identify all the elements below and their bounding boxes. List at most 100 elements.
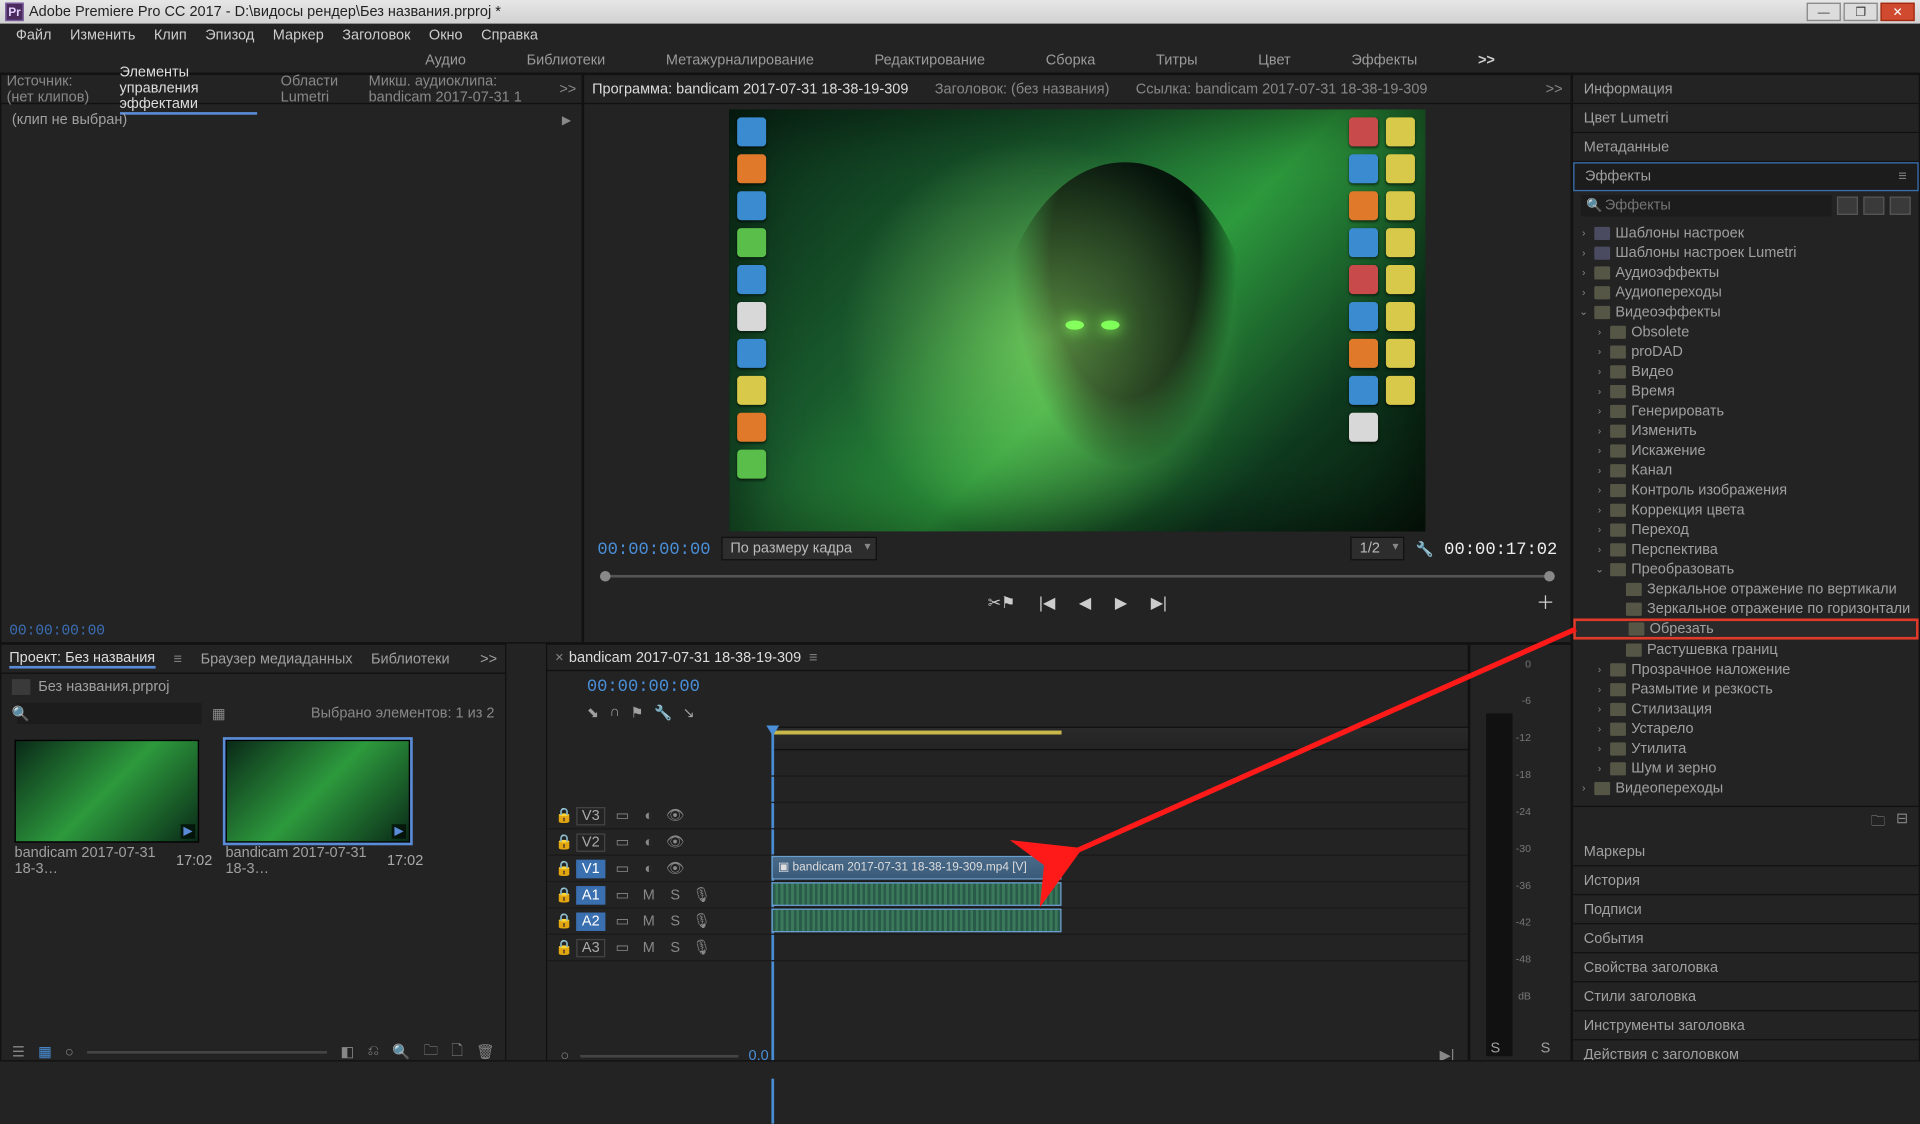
menu-help[interactable]: Справка bbox=[473, 25, 546, 46]
effects-tree-item[interactable]: ›Устарело bbox=[1573, 719, 1918, 739]
tab-title[interactable]: Заголовок: (без названия) bbox=[935, 81, 1110, 97]
effects-tree[interactable]: ›Шаблоны настроек›Шаблоны настроек Lumet… bbox=[1573, 220, 1918, 805]
tab-title-tools[interactable]: Инструменты заголовка bbox=[1573, 1011, 1918, 1040]
effects-tree-item[interactable]: ›Видео bbox=[1573, 361, 1918, 381]
preset-type-icon-3[interactable] bbox=[1890, 196, 1911, 214]
effects-tree-item[interactable]: Растушевка границ bbox=[1573, 640, 1918, 660]
minimize-button[interactable]: — bbox=[1807, 3, 1841, 21]
find-icon[interactable]: 🔍 bbox=[392, 1043, 410, 1060]
clip-thumbnail[interactable]: ▶ bbox=[225, 740, 410, 843]
tab-media-browser[interactable]: Браузер медиаданных bbox=[201, 651, 353, 667]
track-lane[interactable] bbox=[771, 935, 1467, 961]
settings-icon[interactable]: 🔧 bbox=[1416, 540, 1434, 557]
effects-tree-item[interactable]: ›Прозрачное наложение bbox=[1573, 659, 1918, 679]
ws-audio[interactable]: Аудио bbox=[415, 48, 477, 72]
ws-more[interactable]: >> bbox=[1467, 48, 1505, 72]
track-header[interactable]: 🔒V1▭◐👁 bbox=[547, 856, 771, 882]
track-lane[interactable]: ▣ bandicam 2017-07-31 18-38-19-309.mp4 [… bbox=[771, 856, 1467, 882]
menu-clip[interactable]: Клип bbox=[146, 25, 195, 46]
tab-metadata[interactable]: Метаданные bbox=[1573, 133, 1918, 162]
effects-tree-item[interactable]: ›Видеопереходы bbox=[1573, 778, 1918, 798]
effects-tree-item[interactable]: ›Переход bbox=[1573, 520, 1918, 540]
effects-tree-item[interactable]: ›Стилизация bbox=[1573, 699, 1918, 719]
tab-history[interactable]: История bbox=[1573, 866, 1918, 895]
effect-controls-timecode[interactable]: 00:00:00:00 bbox=[9, 624, 105, 640]
time-ruler[interactable] bbox=[771, 727, 1467, 751]
tab-lumetri-color[interactable]: Цвет Lumetri bbox=[1573, 104, 1918, 133]
snap-icon[interactable]: ⬊ bbox=[587, 704, 599, 721]
tab-markers[interactable]: Маркеры bbox=[1573, 837, 1918, 866]
effects-tree-item[interactable]: ›Время bbox=[1573, 381, 1918, 401]
effects-tree-item[interactable]: ›Шаблоны настроек Lumetri bbox=[1573, 243, 1918, 263]
tab-captions[interactable]: Подписи bbox=[1573, 895, 1918, 924]
freeform-view-icon[interactable]: ○ bbox=[65, 1044, 74, 1060]
linked-selection-icon[interactable]: ∩ bbox=[610, 704, 620, 721]
program-tabs-more[interactable]: >> bbox=[1546, 81, 1563, 97]
effects-tree-item[interactable]: Обрезать bbox=[1573, 618, 1918, 639]
new-bin-icon[interactable]: 🗀 bbox=[1871, 810, 1886, 835]
icon-view-icon[interactable]: ▦ bbox=[38, 1043, 52, 1060]
panel-menu-icon[interactable]: ≡ bbox=[809, 649, 817, 665]
ws-color[interactable]: Цвет bbox=[1248, 48, 1302, 72]
collapse-icon[interactable]: ▶ bbox=[562, 113, 571, 128]
tab-libraries[interactable]: Библиотеки bbox=[371, 651, 450, 667]
wrench-icon[interactable]: ↘ bbox=[683, 704, 695, 721]
tab-title-props[interactable]: Свойства заголовка bbox=[1573, 953, 1918, 982]
panel-menu-icon[interactable]: ≡ bbox=[1898, 169, 1906, 185]
tab-reference[interactable]: Ссылка: bandicam 2017-07-31 18-38-19-309 bbox=[1136, 81, 1428, 97]
track-header[interactable]: 🔒A3▭MS🎙 bbox=[547, 935, 771, 961]
effects-tree-item[interactable]: ›Перспектива bbox=[1573, 539, 1918, 559]
sort-icon[interactable]: ◧ bbox=[341, 1043, 355, 1060]
effects-tree-item[interactable]: ›Генерировать bbox=[1573, 401, 1918, 421]
ws-titles[interactable]: Титры bbox=[1145, 48, 1208, 72]
program-timecode[interactable]: 00:00:00:00 bbox=[597, 539, 710, 559]
tab-events[interactable]: События bbox=[1573, 924, 1918, 953]
panel-menu-icon[interactable]: ≡ bbox=[174, 651, 182, 667]
delete-icon[interactable]: 🗑 bbox=[476, 1043, 494, 1060]
maximize-button[interactable]: ❐ bbox=[1844, 3, 1878, 21]
filter-icon[interactable]: ▦ bbox=[212, 705, 226, 722]
ws-assembly[interactable]: Сборка bbox=[1035, 48, 1106, 72]
tab-lumetri-scopes[interactable]: Области Lumetri bbox=[281, 73, 345, 105]
track-header[interactable]: 🔒V3▭◐👁 bbox=[547, 803, 771, 829]
settings-icon[interactable]: 🔧 bbox=[654, 704, 672, 721]
solo-left[interactable]: S bbox=[1491, 1040, 1501, 1056]
effects-tree-item[interactable]: ›Obsolete bbox=[1573, 322, 1918, 342]
menu-title[interactable]: Заголовок bbox=[334, 25, 418, 46]
ws-metalogging[interactable]: Метажурналирование bbox=[655, 48, 824, 72]
track-lane[interactable] bbox=[771, 803, 1467, 829]
track-lane[interactable] bbox=[771, 829, 1467, 855]
tab-title-styles[interactable]: Стили заголовка bbox=[1573, 982, 1918, 1011]
track-header[interactable]: 🔒V2▭◐👁 bbox=[547, 829, 771, 855]
program-monitor[interactable] bbox=[729, 109, 1425, 531]
effects-tree-item[interactable]: ›Аудиоэффекты bbox=[1573, 262, 1918, 282]
automate-icon[interactable]: ⎌ bbox=[367, 1043, 379, 1060]
track-lane[interactable] bbox=[771, 882, 1467, 908]
ws-libraries[interactable]: Библиотеки bbox=[516, 48, 616, 72]
menu-edit[interactable]: Изменить bbox=[62, 25, 143, 46]
sequence-tab[interactable]: bandicam 2017-07-31 18-38-19-309 bbox=[569, 649, 801, 665]
preset-type-icon-2[interactable] bbox=[1863, 196, 1884, 214]
track-lane[interactable] bbox=[771, 909, 1467, 935]
project-tabs-more[interactable]: >> bbox=[480, 651, 497, 667]
clip-thumbnail[interactable]: ▶ bbox=[15, 740, 200, 843]
tab-project[interactable]: Проект: Без названия bbox=[9, 649, 155, 667]
tab-info[interactable]: Информация bbox=[1573, 75, 1918, 104]
effects-tree-item[interactable]: ›Контроль изображения bbox=[1573, 480, 1918, 500]
solo-right[interactable]: S bbox=[1541, 1040, 1551, 1056]
timeline-timecode[interactable]: 00:00:00:00 bbox=[587, 676, 700, 696]
tab-program[interactable]: Программа: bandicam 2017-07-31 18-38-19-… bbox=[592, 81, 908, 97]
program-scrubber[interactable] bbox=[600, 568, 1555, 584]
resolution-dropdown[interactable]: 1/2 bbox=[1351, 537, 1405, 561]
video-clip[interactable]: ▣ bandicam 2017-07-31 18-38-19-309.mp4 [… bbox=[771, 856, 1061, 880]
tabs-more[interactable]: >> bbox=[559, 81, 576, 97]
zoom-fit-dropdown[interactable]: По размеру кадра bbox=[721, 537, 877, 561]
menu-sequence[interactable]: Эпизод bbox=[197, 25, 262, 46]
effects-tree-item[interactable]: ›Аудиопереходы bbox=[1573, 282, 1918, 302]
audio-clip[interactable] bbox=[771, 882, 1061, 906]
frame-back-icon[interactable]: ◀ bbox=[1079, 593, 1091, 611]
effects-tree-item[interactable]: ⌄Преобразовать bbox=[1573, 559, 1918, 579]
add-marker-icon[interactable]: ✂⚑ bbox=[988, 593, 1015, 611]
effects-tree-item[interactable]: ›Коррекция цвета bbox=[1573, 500, 1918, 520]
tab-audio-mixer[interactable]: Микш. аудиоклипа: bandicam 2017-07-31 1 bbox=[369, 73, 536, 105]
